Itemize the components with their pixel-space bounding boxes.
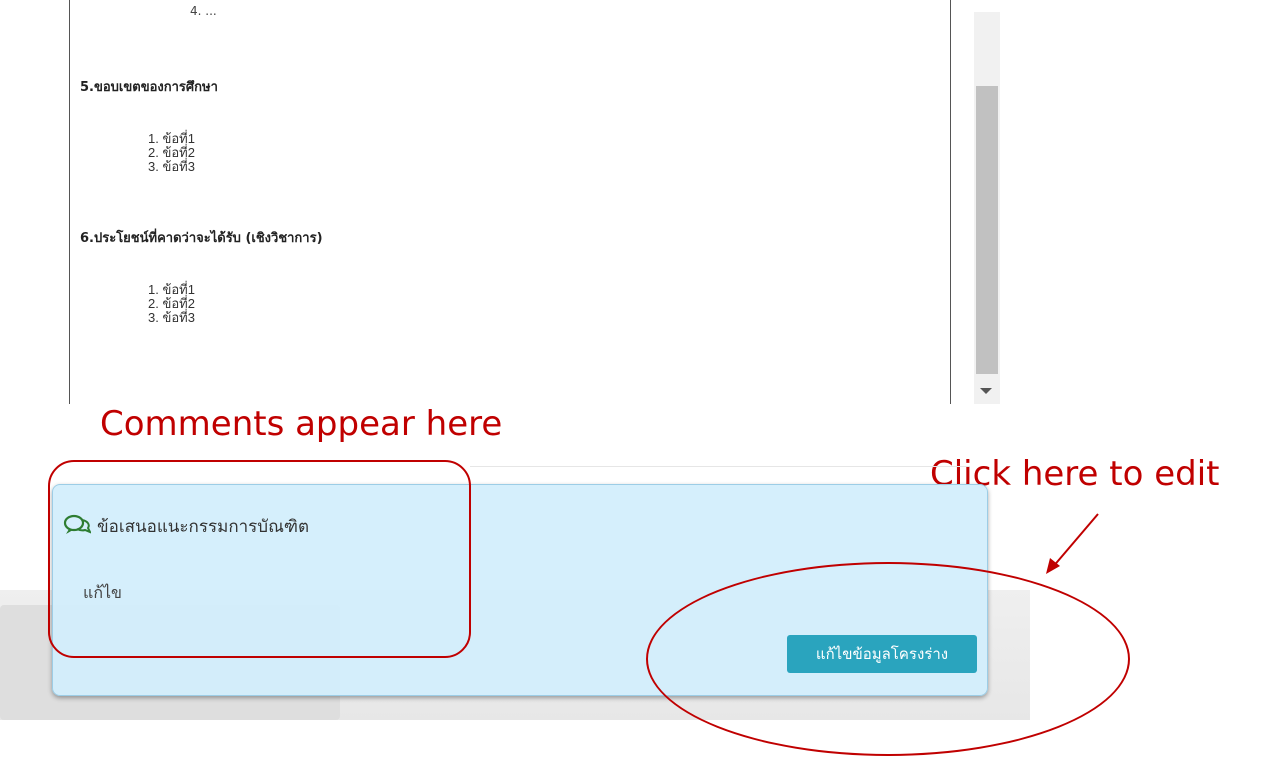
list-item: 1. ข้อที่1 bbox=[148, 282, 195, 297]
annotation-comments-label: Comments appear here bbox=[100, 404, 503, 444]
document-cut-line: 4. ... bbox=[190, 4, 217, 18]
list-item: 2. ข้อที่2 bbox=[148, 145, 195, 160]
section-list-benefits: 1. ข้อที่1 2. ข้อที่2 3. ข้อที่3 bbox=[148, 283, 195, 325]
section-heading-scope: 5.ขอบเขตของการศึกษา bbox=[80, 80, 218, 95]
section-heading-benefits: 6.ประโยชน์ที่คาดว่าจะได้รับ (เชิงวิชาการ… bbox=[80, 231, 323, 246]
list-item: 3. ข้อที่3 bbox=[148, 159, 195, 174]
section-list-scope: 1. ข้อที่1 2. ข้อที่2 3. ข้อที่3 bbox=[148, 132, 195, 174]
divider bbox=[470, 466, 970, 467]
chat-bubbles-icon bbox=[63, 514, 97, 540]
scroll-down-arrow-icon[interactable] bbox=[980, 388, 992, 394]
document-preview: 4. ... 5.ขอบเขตของการศึกษา 1. ข้อที่1 2.… bbox=[69, 0, 951, 404]
scrollbar-thumb[interactable] bbox=[976, 86, 998, 374]
list-item: 2. ข้อที่2 bbox=[148, 296, 195, 311]
list-item: 1. ข้อที่1 bbox=[148, 131, 195, 146]
comment-text: แก้ไข bbox=[83, 583, 122, 602]
comments-panel-title: ข้อเสนอแนะกรรมการบัณฑิต bbox=[97, 517, 310, 537]
list-item: 3. ข้อที่3 bbox=[148, 310, 195, 325]
edit-proposal-button[interactable]: แก้ไขข้อมูลโครงร่าง bbox=[787, 635, 977, 673]
comments-panel: ข้อเสนอแนะกรรมการบัณฑิต แก้ไข แก้ไขข้อมู… bbox=[52, 484, 988, 696]
annotation-arrow-icon bbox=[1046, 513, 1099, 574]
comments-panel-header: ข้อเสนอแนะกรรมการบัณฑิต bbox=[63, 513, 309, 540]
document-scrollbar[interactable] bbox=[974, 12, 1000, 404]
